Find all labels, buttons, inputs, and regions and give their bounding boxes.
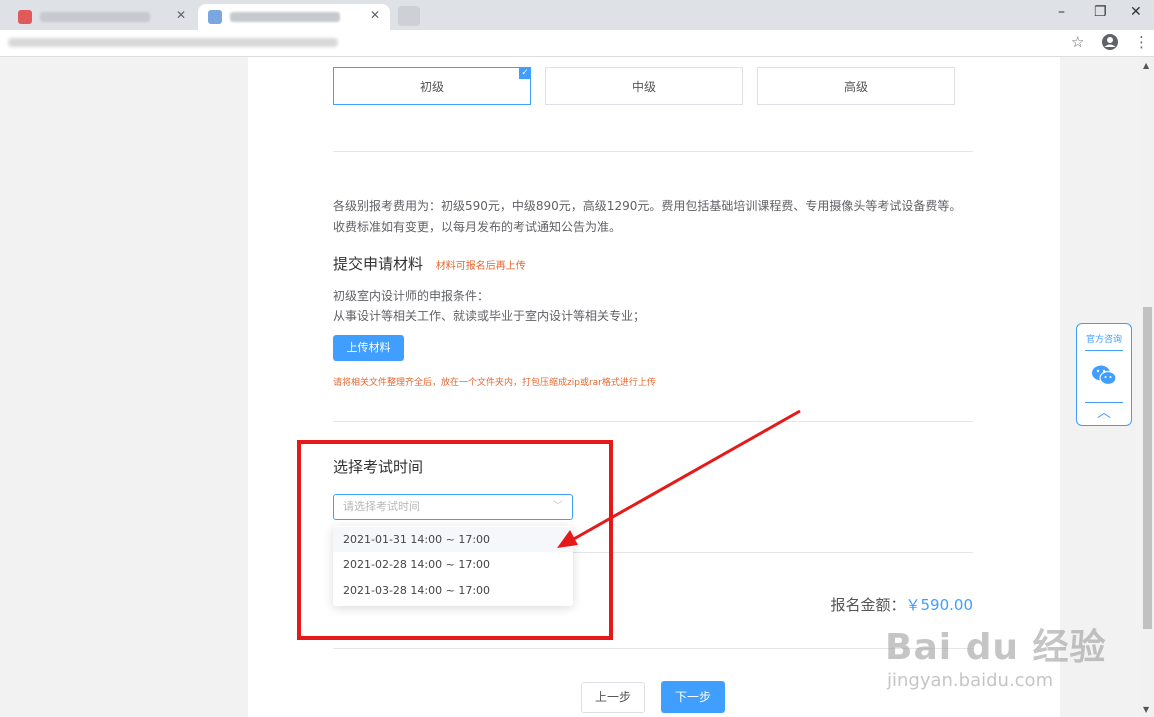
back-to-top-icon[interactable]: ︿ <box>1077 402 1131 422</box>
scrollbar[interactable]: ▲ ▼ <box>1141 57 1154 717</box>
scroll-thumb[interactable] <box>1143 307 1152 629</box>
wechat-icon[interactable] <box>1091 364 1117 390</box>
watermark-url: jingyan.baidu.com <box>887 670 1054 691</box>
scroll-down-arrow-icon[interactable]: ▼ <box>1143 705 1149 714</box>
baidu-jingyan-watermark: Bai du 经验 jingyan.baidu.com <box>885 618 1107 691</box>
scroll-up-arrow-icon[interactable]: ▲ <box>1143 61 1149 70</box>
annotation-arrow <box>557 409 801 548</box>
watermark-brand: Bai du 经验 <box>885 627 1107 668</box>
consult-label: 官方咨询 <box>1085 335 1122 345</box>
divider <box>1085 350 1123 351</box>
official-consult-widget[interactable]: 官方咨询 ︿ <box>1076 323 1132 426</box>
